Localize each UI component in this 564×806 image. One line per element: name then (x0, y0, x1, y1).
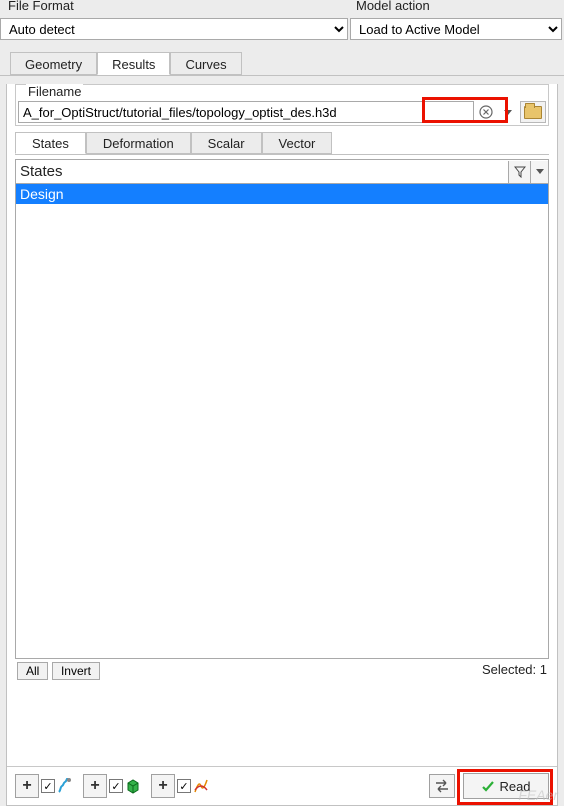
plus-icon: + (22, 777, 31, 795)
file-format-label: File Format (6, 0, 76, 13)
file-history-dropdown[interactable] (498, 102, 518, 122)
close-circle-icon (479, 105, 493, 119)
tab-results[interactable]: Results (97, 52, 170, 75)
subtab-vector[interactable]: Vector (262, 132, 333, 154)
geometry-checkbox[interactable]: ✓ (41, 779, 55, 793)
states-list[interactable]: Design (16, 184, 548, 658)
invert-selection-button[interactable]: Invert (52, 662, 100, 680)
states-menu-dropdown[interactable] (530, 161, 548, 183)
folder-open-icon (524, 106, 542, 119)
model-action-select[interactable]: Load to Active Model (350, 18, 562, 40)
plus-icon: + (90, 777, 99, 795)
filter-button[interactable] (508, 161, 530, 183)
select-all-button[interactable]: All (17, 662, 48, 680)
add-element-button[interactable]: + (83, 774, 107, 798)
read-button[interactable]: Read (463, 773, 549, 799)
add-geometry-button[interactable]: + (15, 774, 39, 798)
curve-checkbox[interactable]: ✓ (177, 779, 191, 793)
curves-icon (193, 778, 209, 794)
element-checkbox[interactable]: ✓ (109, 779, 123, 793)
swap-button[interactable] (429, 774, 455, 798)
chevron-down-icon (504, 110, 512, 115)
tab-curves[interactable]: Curves (170, 52, 241, 75)
model-action-label: Model action (354, 0, 432, 13)
add-curve-button[interactable]: + (151, 774, 175, 798)
bottom-toolbar: + ✓ + ✓ + ✓ Read (7, 766, 557, 801)
sub-tabs: States Deformation Scalar Vector (15, 132, 549, 155)
states-container: States Design (15, 159, 549, 659)
list-item[interactable]: Design (16, 184, 548, 204)
filename-input[interactable] (18, 101, 474, 123)
selected-count-label: Selected: 1 (482, 662, 547, 680)
browse-file-button[interactable] (520, 101, 546, 123)
chevron-down-icon (536, 169, 544, 174)
clear-file-button[interactable] (476, 102, 496, 122)
tab-geometry[interactable]: Geometry (10, 52, 97, 75)
swap-arrows-icon (434, 779, 450, 793)
plus-icon: + (158, 777, 167, 795)
subtab-states[interactable]: States (15, 132, 86, 154)
cube-icon (125, 778, 141, 794)
spring-icon (57, 778, 73, 794)
states-header-label: States (16, 163, 508, 180)
filename-label: Filename (26, 84, 83, 99)
subtab-deformation[interactable]: Deformation (86, 132, 191, 154)
subtab-scalar[interactable]: Scalar (191, 132, 262, 154)
funnel-icon (514, 166, 526, 178)
check-icon (481, 779, 495, 793)
results-panel: Filename States Deformation Scalar Vecto… (6, 84, 558, 806)
main-tabs: Geometry Results Curves (0, 52, 564, 76)
file-format-select[interactable]: Auto detect (0, 18, 348, 40)
